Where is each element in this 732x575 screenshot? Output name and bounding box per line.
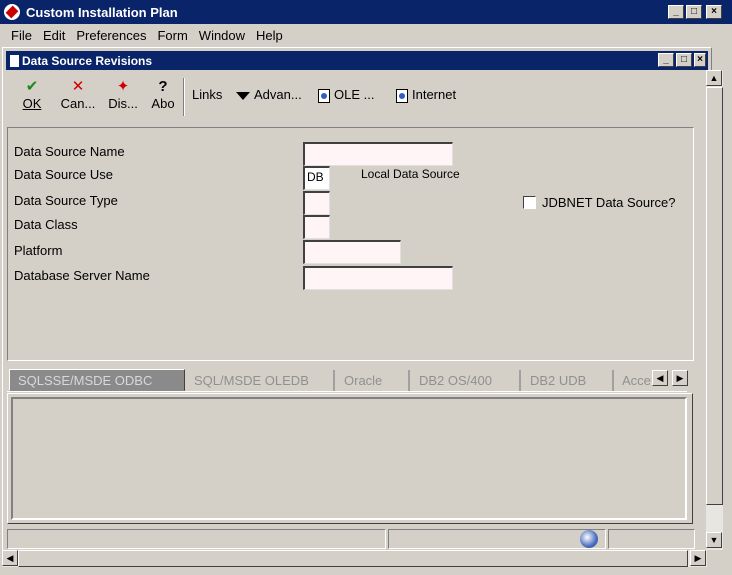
- tab-db2-os400[interactable]: DB2 OS/400: [411, 370, 521, 391]
- menu-file[interactable]: File: [11, 28, 32, 43]
- horizontal-scrollbar-thumb[interactable]: [18, 550, 688, 567]
- menu-form[interactable]: Form: [157, 28, 187, 43]
- dropdown-arrow-icon: [236, 91, 250, 100]
- menu-preferences[interactable]: Preferences: [76, 28, 146, 43]
- ole-button[interactable]: OLE ...: [318, 87, 374, 103]
- data-source-type-label: Data Source Type: [14, 193, 118, 208]
- ok-button[interactable]: ✔ OK: [20, 78, 44, 111]
- menu-help[interactable]: Help: [256, 28, 283, 43]
- help-question-icon: ?: [158, 78, 168, 95]
- status-pane-right: [608, 529, 695, 549]
- data-source-name-label: Data Source Name: [14, 144, 125, 159]
- form-title: Data Source Revisions: [22, 53, 153, 68]
- jdbnet-checkbox[interactable]: [523, 196, 536, 209]
- scrollbar-corner: [707, 550, 724, 567]
- status-pane-middle: [388, 529, 606, 549]
- internet-button[interactable]: Internet: [396, 87, 456, 103]
- tab-scroll-right-button[interactable]: ▶: [672, 370, 688, 386]
- form-minimize-button[interactable]: _: [658, 53, 674, 67]
- tab-sqlsse-msde-odbc[interactable]: SQLSSE/MSDE ODBC: [9, 369, 185, 391]
- database-server-name-field[interactable]: [303, 266, 453, 290]
- tab-scroll-left-button[interactable]: ◀: [652, 370, 668, 386]
- network-globe-icon: [580, 530, 598, 548]
- tab-sql-msde-oledb[interactable]: SQL/MSDE OLEDB: [186, 370, 335, 391]
- tab-page-content: [11, 397, 687, 520]
- data-source-use-label: Data Source Use: [14, 167, 113, 182]
- advanced-button[interactable]: Advan...: [236, 87, 302, 102]
- internet-document-icon: [396, 88, 408, 103]
- app-icon: [4, 4, 20, 20]
- scroll-left-button[interactable]: ◀: [2, 550, 18, 566]
- form-close-button[interactable]: ×: [694, 53, 706, 67]
- checkmark-icon: ✔: [25, 78, 39, 95]
- cancel-x-icon: ✕: [71, 78, 85, 95]
- form-titlebar: Data Source Revisions: [6, 51, 708, 70]
- data-class-label: Data Class: [14, 217, 78, 232]
- data-source-type-field[interactable]: [303, 191, 330, 215]
- data-source-use-description: Local Data Source: [361, 167, 460, 181]
- cancel-button[interactable]: ✕ Can...: [58, 78, 98, 111]
- about-button[interactable]: ? Abo: [150, 78, 176, 111]
- menu-edit[interactable]: Edit: [43, 28, 65, 43]
- tab-oracle[interactable]: Oracle: [336, 370, 410, 391]
- data-source-name-field[interactable]: [303, 142, 453, 166]
- scroll-up-button[interactable]: ▲: [706, 70, 722, 86]
- close-button[interactable]: ×: [706, 5, 722, 19]
- form-maximize-button[interactable]: □: [676, 53, 692, 67]
- vertical-scrollbar-thumb[interactable]: [706, 87, 723, 505]
- app-title: Custom Installation Plan: [26, 4, 178, 20]
- jdbnet-checkbox-label: JDBNET Data Source?: [542, 195, 676, 210]
- platform-field[interactable]: [303, 240, 401, 264]
- display-errors-icon: ✦: [116, 78, 130, 95]
- app-titlebar: Custom Installation Plan: [0, 0, 732, 24]
- data-class-field[interactable]: [303, 215, 330, 239]
- display-button[interactable]: ✦ Dis...: [106, 78, 140, 111]
- platform-label: Platform: [14, 243, 63, 258]
- database-server-name-label: Database Server Name: [14, 268, 150, 283]
- maximize-button[interactable]: □: [686, 5, 702, 19]
- tab-db2-udb[interactable]: DB2 UDB: [522, 370, 614, 391]
- status-pane-main: [7, 529, 386, 549]
- ole-document-icon: [318, 88, 330, 103]
- form-icon: [10, 54, 19, 67]
- menu-bar: File Edit Preferences Form Window Help: [11, 28, 294, 44]
- scroll-down-button[interactable]: ▼: [706, 532, 722, 548]
- menu-window[interactable]: Window: [199, 28, 245, 43]
- toolbar-separator: [183, 78, 185, 116]
- tab-access[interactable]: Acce: [614, 370, 652, 391]
- data-source-use-field[interactable]: DB: [303, 166, 330, 190]
- scroll-right-button[interactable]: ▶: [690, 550, 706, 566]
- links-button[interactable]: Links: [192, 87, 222, 102]
- minimize-button[interactable]: _: [668, 5, 684, 19]
